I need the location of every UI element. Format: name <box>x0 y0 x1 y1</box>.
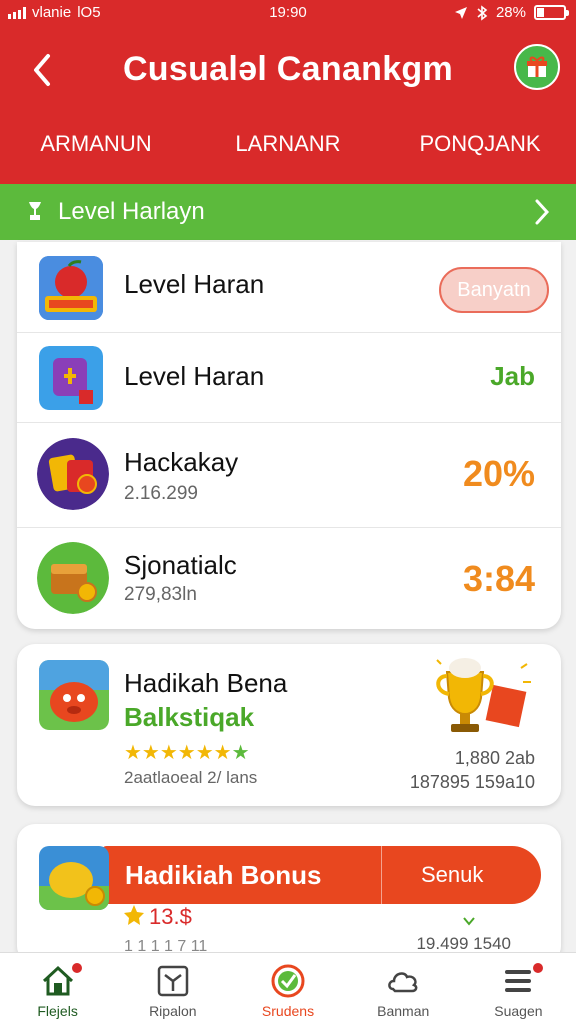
list-item[interactable]: Hackakay 2.16.299 20% <box>17 423 561 528</box>
cloud-icon <box>388 972 418 993</box>
bonus-subtitle: Balkstiqak <box>124 702 255 732</box>
nav-item-ripalon[interactable]: Ripalon <box>115 953 230 1024</box>
battery-percent: 28% <box>495 4 526 21</box>
bonus-caption: 2aatlaoeal 2/ lans <box>124 768 258 787</box>
bluetooth-icon <box>477 4 488 21</box>
bonus-stat-2: 187895 159a10 <box>409 772 535 792</box>
star-icon: ★ <box>231 742 250 764</box>
tab-larnanr[interactable]: LARNANR <box>192 120 384 184</box>
page-title: Cusualəl Canankgm <box>122 50 454 88</box>
bonus-amount: 13.$ <box>149 904 192 929</box>
row-value: 3:84 <box>462 558 535 599</box>
row-title: Hackakay <box>124 447 239 477</box>
nav-label: Flejels <box>37 1003 78 1019</box>
check-circle-icon <box>271 964 305 998</box>
trophy-small-icon <box>29 202 41 220</box>
tab-bar: ARMANUN LARNANR PONQJANK <box>0 120 576 200</box>
row-value: 20% <box>462 453 535 494</box>
rating-stars: ★★★★★★★ <box>124 740 250 765</box>
nav-label: Ripalon <box>149 1003 197 1019</box>
nav-label: Banman <box>377 1003 430 1019</box>
location-icon <box>454 6 467 19</box>
bonus-stat-1: 1,880 2ab <box>454 748 535 768</box>
coin-icon <box>124 905 144 925</box>
bonus-banner-title: Hadikiah Bonus <box>125 860 322 890</box>
level-banner[interactable]: Level Harlayn <box>0 184 576 240</box>
bonus-banner-action[interactable]: Senuk <box>421 862 483 888</box>
notification-badge <box>70 961 84 975</box>
bonus-card[interactable]: Hadikah Bena Balkstiqak ★★★★★★★ 2aatlaoe… <box>17 644 561 806</box>
row-title: Level Haran <box>124 269 265 299</box>
gift-icon <box>527 56 547 77</box>
row-action-button[interactable]: Banyatn <box>439 267 549 313</box>
list-item[interactable]: Sjonatialc 279,83ln 3:84 <box>17 528 561 629</box>
game-lemon-icon <box>39 846 109 910</box>
banner-divider <box>381 846 382 904</box>
tab-ponqjank[interactable]: PONQJANK <box>384 120 576 184</box>
chevron-down-icon <box>463 917 475 926</box>
trophy-icon <box>436 658 531 732</box>
battery-icon <box>534 5 569 20</box>
star-icon: ★★★★★★ <box>124 742 232 764</box>
bonus-title: Hadikah Bena <box>124 668 288 698</box>
nav-label: Srudens <box>261 1003 315 1019</box>
bonus-sub-right: 19.499 1540 <box>416 934 511 953</box>
nav-label: Suagen <box>494 1003 543 1019</box>
row-value: Jab <box>490 361 535 391</box>
status-bar: vlanie lO5 19:90 28% <box>0 0 576 28</box>
level-banner-label: Level Harlayn <box>58 198 205 225</box>
level-list-card: Level Haran Banyatn Level Haran Jab Hack… <box>17 242 561 629</box>
tab-armanun[interactable]: ARMANUN <box>0 120 192 200</box>
app-header: vlanie lO5 19:90 28% Cusualəl Canankgm A… <box>0 0 576 200</box>
profile-button[interactable] <box>514 44 560 90</box>
row-title: Sjonatialc <box>124 550 237 580</box>
nav-item-flejels[interactable]: Flejels <box>0 953 115 1024</box>
bottom-nav: Flejels Ripalon Srudens Banman Suagen <box>0 952 576 1024</box>
nav-item-suagen[interactable]: Suagen <box>461 953 576 1024</box>
game-chest-icon <box>37 542 109 614</box>
row-subtitle: 2.16.299 <box>124 483 198 504</box>
nav-item-srudens[interactable]: Srudens <box>230 953 345 1024</box>
nav-item-banman[interactable]: Banman <box>346 953 461 1024</box>
grid-icon <box>157 965 189 997</box>
bonus-banner[interactable]: Hadikiah Bonus Senuk <box>101 846 541 904</box>
notification-badge <box>530 961 545 975</box>
game-cards-icon <box>37 438 109 510</box>
game-mascot-icon <box>39 660 109 730</box>
list-item[interactable]: Level Haran Jab <box>17 333 561 423</box>
game-puzzle-icon <box>39 346 103 410</box>
row-subtitle: 279,83ln <box>124 584 197 605</box>
row-title: Level Haran <box>124 361 265 391</box>
bonus-card-2[interactable]: Hadikiah Bonus Senuk 13.$ 1 1 1 1 7 11 1… <box>17 824 561 964</box>
chevron-right-icon <box>535 199 550 225</box>
game-fruit-icon <box>39 256 103 320</box>
list-item[interactable]: Level Haran Banyatn <box>17 242 561 333</box>
